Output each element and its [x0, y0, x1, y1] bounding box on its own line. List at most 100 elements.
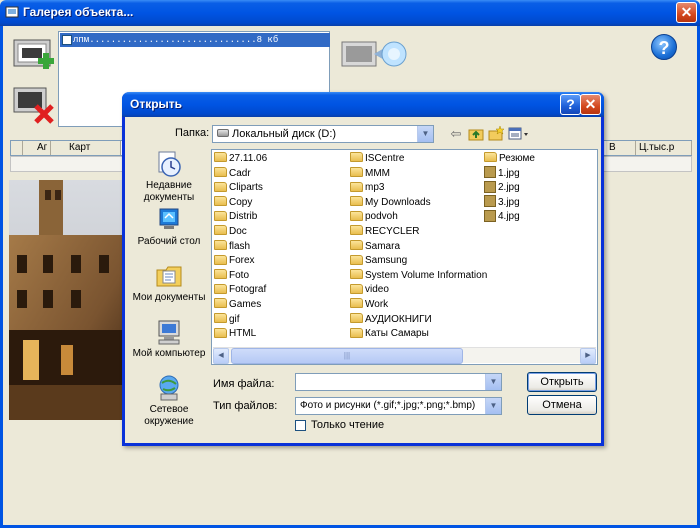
cancel-button[interactable]: Отмена: [527, 395, 597, 415]
file-name: Fotograf: [229, 284, 267, 296]
folder-item[interactable]: 27.11.06: [214, 152, 267, 166]
filetype-label: Тип файлов:: [213, 400, 278, 412]
places-bar: Недавние документы Рабочий стол Мои доку…: [131, 148, 207, 438]
grid-col-header[interactable]: В: [606, 141, 636, 155]
file-name: 1.jpg: [498, 167, 520, 179]
file-item[interactable]: 1.jpg: [484, 165, 520, 181]
place-network[interactable]: Сетевое окружение: [131, 374, 207, 428]
folder-item[interactable]: Games: [214, 298, 261, 312]
folder-icon: [214, 196, 227, 207]
folder-item[interactable]: HTML: [214, 327, 256, 341]
folder-item[interactable]: Doc: [214, 225, 247, 239]
folder-item[interactable]: ISCentre: [350, 152, 404, 166]
network-places-icon: [159, 375, 179, 401]
folder-item[interactable]: Copy: [214, 196, 252, 210]
chevron-down-icon[interactable]: ▼: [485, 374, 501, 390]
folder-icon: [214, 327, 227, 338]
desktop-icon: [159, 208, 179, 229]
folder-item[interactable]: Fotograf: [214, 283, 266, 297]
view-menu-icon[interactable]: [507, 125, 531, 143]
help-button[interactable]: ?: [651, 34, 677, 60]
main-close-button[interactable]: ✕: [676, 2, 697, 23]
folder-item[interactable]: Резюме: [484, 152, 535, 166]
folder-item[interactable]: MMM: [350, 166, 390, 181]
filename-input[interactable]: ▼: [295, 373, 502, 391]
delete-image-icon[interactable]: [8, 82, 58, 126]
folder-item[interactable]: Cliparts: [214, 181, 263, 195]
dialog-help-button[interactable]: ?: [560, 94, 581, 115]
file-name: HTML: [229, 328, 257, 340]
building-photo: [9, 180, 122, 420]
image-row-checkbox[interactable]: [62, 35, 72, 45]
place-label: Рабочий стол: [137, 236, 201, 247]
place-recent-documents[interactable]: Недавние документы: [131, 150, 207, 204]
folder-item[interactable]: АУДИОКНИГИ: [350, 312, 432, 327]
grid-col-header[interactable]: Карт: [51, 141, 121, 155]
scrollbar-thumb[interactable]: |||: [231, 348, 463, 364]
jpg-file-icon: [484, 195, 496, 208]
folder-icon: [350, 239, 363, 250]
recent-documents-icon: [158, 151, 181, 177]
grid-col-header[interactable]: Аг: [23, 141, 51, 155]
file-name: video: [365, 284, 389, 296]
folder-item[interactable]: Samsung: [350, 254, 407, 268]
transfer-image-icon[interactable]: [340, 36, 408, 74]
up-folder-icon[interactable]: [467, 125, 485, 143]
open-button[interactable]: Открыть: [527, 372, 597, 392]
place-my-computer[interactable]: Мой компьютер: [131, 318, 207, 360]
grid-col-header[interactable]: Ц.тыс.р: [636, 141, 692, 155]
back-arrow-icon[interactable]: ⇦: [447, 125, 465, 143]
folder-item[interactable]: podvoh: [350, 210, 398, 224]
place-my-documents[interactable]: Мои документы: [131, 262, 207, 304]
folder-item[interactable]: RECYCLER: [350, 225, 419, 239]
folder-item[interactable]: Foto: [214, 269, 249, 283]
image-list-row[interactable]: лпм...............................8 кб: [60, 33, 330, 47]
file-name: 3.jpg: [498, 196, 520, 208]
folder-item[interactable]: Samara: [350, 239, 400, 254]
new-folder-icon[interactable]: [487, 125, 505, 143]
file-item[interactable]: 2.jpg: [484, 180, 520, 195]
folder-item[interactable]: System Volume Information: [350, 269, 487, 283]
folder-item[interactable]: My Downloads: [350, 196, 431, 210]
place-desktop[interactable]: Рабочий стол: [131, 206, 207, 248]
file-name: podvoh: [365, 211, 398, 223]
dialog-title: Открыть: [130, 97, 183, 111]
place-label: Мой компьютер: [132, 348, 206, 359]
filetype-dropdown[interactable]: Фото и рисунки (*.gif;*.jpg;*.png;*.bmp)…: [295, 397, 502, 415]
folder-icon: [350, 166, 363, 177]
scroll-right-icon[interactable]: ▶: [580, 348, 596, 364]
folder-item[interactable]: mp3: [350, 181, 384, 195]
folder-item[interactable]: Cadr: [214, 166, 251, 181]
chevron-down-icon[interactable]: ▼: [485, 398, 501, 414]
image-row-text: лпм...............................8 кб: [73, 35, 279, 45]
folder-icon: [484, 152, 497, 163]
folder-item[interactable]: Forex: [214, 254, 255, 268]
file-item[interactable]: 3.jpg: [484, 195, 520, 210]
jpg-file-icon: [484, 165, 496, 178]
file-name: Cliparts: [229, 182, 263, 194]
folder-item[interactable]: Каты Самары: [350, 327, 429, 341]
horizontal-scrollbar[interactable]: ◀ ||| ▶: [213, 347, 596, 364]
readonly-label: Только чтение: [311, 419, 385, 431]
scroll-left-icon[interactable]: ◀: [213, 348, 229, 364]
look-in-dropdown[interactable]: Локальный диск (D:) ▼: [212, 125, 434, 143]
folder-icon: [214, 254, 227, 265]
folder-item[interactable]: flash: [214, 239, 250, 254]
folder-icon: [350, 269, 363, 280]
file-item[interactable]: 4.jpg: [484, 209, 520, 224]
file-name: Cadr: [229, 167, 251, 179]
filename-label: Имя файла:: [213, 378, 275, 390]
folder-item[interactable]: gif: [214, 312, 240, 327]
folder-item[interactable]: video: [350, 283, 389, 297]
file-name: Copy: [229, 196, 253, 208]
file-name: My Downloads: [365, 196, 431, 208]
chevron-down-icon[interactable]: ▼: [417, 126, 433, 142]
add-image-icon[interactable]: [8, 34, 58, 78]
folder-icon: [350, 254, 363, 265]
file-list[interactable]: 27.11.06 Cadr Cliparts Copy Distrib Doc flash F…: [211, 149, 598, 365]
folder-item[interactable]: Work: [350, 298, 388, 312]
folder-item[interactable]: Distrib: [214, 210, 257, 224]
dialog-close-button[interactable]: ✕: [580, 94, 601, 115]
readonly-checkbox[interactable]: [295, 420, 306, 431]
my-computer-icon: [158, 320, 180, 345]
